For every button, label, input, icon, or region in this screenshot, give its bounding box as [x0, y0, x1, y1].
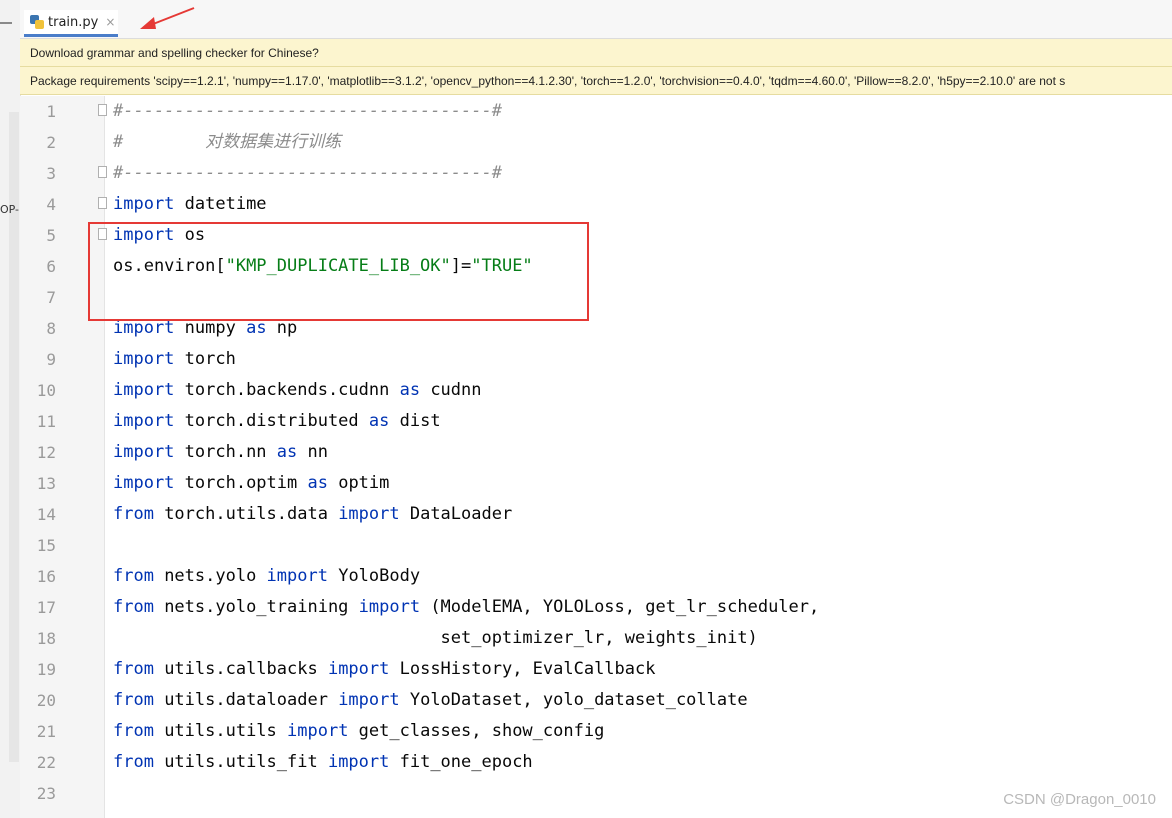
code-text: from utils.dataloader import YoloDataset… — [113, 690, 748, 710]
left-tool-strip: OP- — [0, 0, 21, 818]
code-line[interactable]: 3 #------------------------------------# — [20, 158, 1172, 189]
code-line[interactable]: 20 from utils.dataloader import YoloDatas… — [20, 685, 1172, 716]
code-text: import torch.optim as optim — [113, 473, 390, 493]
code-line[interactable]: 13 import torch.optim as optim — [20, 468, 1172, 499]
grammar-checker-notification[interactable]: Download grammar and spelling checker fo… — [20, 39, 1172, 67]
code-text: from utils.callbacks import LossHistory,… — [113, 659, 656, 679]
code-line[interactable]: 21 from utils.utils import get_classes, s… — [20, 716, 1172, 747]
line-number: 5 — [46, 226, 56, 245]
fold-marker-icon[interactable] — [98, 197, 107, 209]
line-number: 1 — [46, 102, 56, 121]
line-number: 10 — [36, 381, 56, 400]
close-icon[interactable]: × — [105, 15, 115, 29]
package-requirements-notification[interactable]: Package requirements 'scipy==1.2.1', 'nu… — [20, 67, 1172, 95]
watermark: CSDN @Dragon_0010 — [1003, 791, 1156, 808]
line-number: 17 — [36, 598, 56, 617]
line-number: 21 — [36, 722, 56, 741]
line-number: 11 — [36, 412, 56, 431]
code-line[interactable]: 9 import torch — [20, 344, 1172, 375]
collapse-dash-icon[interactable] — [0, 22, 12, 24]
code-line[interactable]: 16 from nets.yolo import YoloBody — [20, 561, 1172, 592]
tab-train-py[interactable]: train.py × — [24, 10, 118, 37]
code-text: set_optimizer_lr, weights_init) — [113, 628, 758, 648]
left-panel-cut-text: OP- — [0, 203, 20, 216]
red-highlight-box — [88, 222, 589, 321]
code-text: import datetime — [113, 194, 267, 214]
line-number: 12 — [36, 443, 56, 462]
line-number: 3 — [46, 164, 56, 183]
code-line[interactable]: 23 — [20, 778, 1172, 809]
line-number: 20 — [36, 691, 56, 710]
code-line[interactable]: 4 import datetime — [20, 189, 1172, 220]
code-line[interactable]: 1 #------------------------------------# — [20, 96, 1172, 127]
code-line[interactable]: 18 set_optimizer_lr, weights_init) — [20, 623, 1172, 654]
code-text: import torch.distributed as dist — [113, 411, 441, 431]
code-text: #------------------------------------# — [113, 163, 502, 183]
code-line[interactable]: 2 # 对数据集进行训练 — [20, 127, 1172, 158]
tab-title: train.py — [48, 14, 99, 30]
code-line[interactable]: 10 import torch.backends.cudnn as cudnn — [20, 375, 1172, 406]
code-text: from utils.utils_fit import fit_one_epoc… — [113, 752, 533, 772]
python-file-icon — [30, 15, 44, 29]
code-text: from utils.utils import get_classes, sho… — [113, 721, 605, 741]
code-text: from nets.yolo_training import (ModelEMA… — [113, 597, 820, 617]
code-text: # 对数据集进行训练 — [113, 132, 342, 152]
code-text: import torch.nn as nn — [113, 442, 328, 462]
line-number: 4 — [46, 195, 56, 214]
line-number: 15 — [36, 536, 56, 555]
code-line[interactable]: 22 from utils.utils_fit import fit_one_ep… — [20, 747, 1172, 778]
line-number: 19 — [36, 660, 56, 679]
requirements-notification-text: Package requirements 'scipy==1.2.1', 'nu… — [30, 74, 1066, 88]
grammar-notification-text: Download grammar and spelling checker fo… — [30, 46, 319, 60]
fold-marker-icon[interactable] — [98, 166, 107, 178]
code-editor[interactable]: 1 #------------------------------------# 2… — [20, 96, 1172, 818]
line-number: 13 — [36, 474, 56, 493]
code-text: from nets.yolo import YoloBody — [113, 566, 421, 586]
line-number: 23 — [36, 784, 56, 803]
editor-tab-bar: train.py × — [20, 0, 1172, 39]
line-number: 14 — [36, 505, 56, 524]
code-line[interactable]: 12 import torch.nn as nn — [20, 437, 1172, 468]
line-number: 8 — [46, 319, 56, 338]
code-line[interactable]: 11 import torch.distributed as dist — [20, 406, 1172, 437]
fold-marker-icon[interactable] — [98, 104, 107, 116]
red-arrow-annotation-icon — [140, 7, 195, 29]
code-text: import torch — [113, 349, 236, 369]
line-number: 16 — [36, 567, 56, 586]
line-number: 2 — [46, 133, 56, 152]
code-text: import torch.backends.cudnn as cudnn — [113, 380, 482, 400]
code-line[interactable]: 19 from utils.callbacks import LossHistor… — [20, 654, 1172, 685]
line-number: 6 — [46, 257, 56, 276]
code-line[interactable]: 15 — [20, 530, 1172, 561]
code-text: from torch.utils.data import DataLoader — [113, 504, 513, 524]
line-number: 22 — [36, 753, 56, 772]
code-line[interactable]: 14 from torch.utils.data import DataLoade… — [20, 499, 1172, 530]
line-number: 9 — [46, 350, 56, 369]
line-number: 18 — [36, 629, 56, 648]
code-line[interactable]: 17 from nets.yolo_training import (ModelE… — [20, 592, 1172, 623]
line-number: 7 — [46, 288, 56, 307]
code-text: #------------------------------------# — [113, 101, 502, 121]
